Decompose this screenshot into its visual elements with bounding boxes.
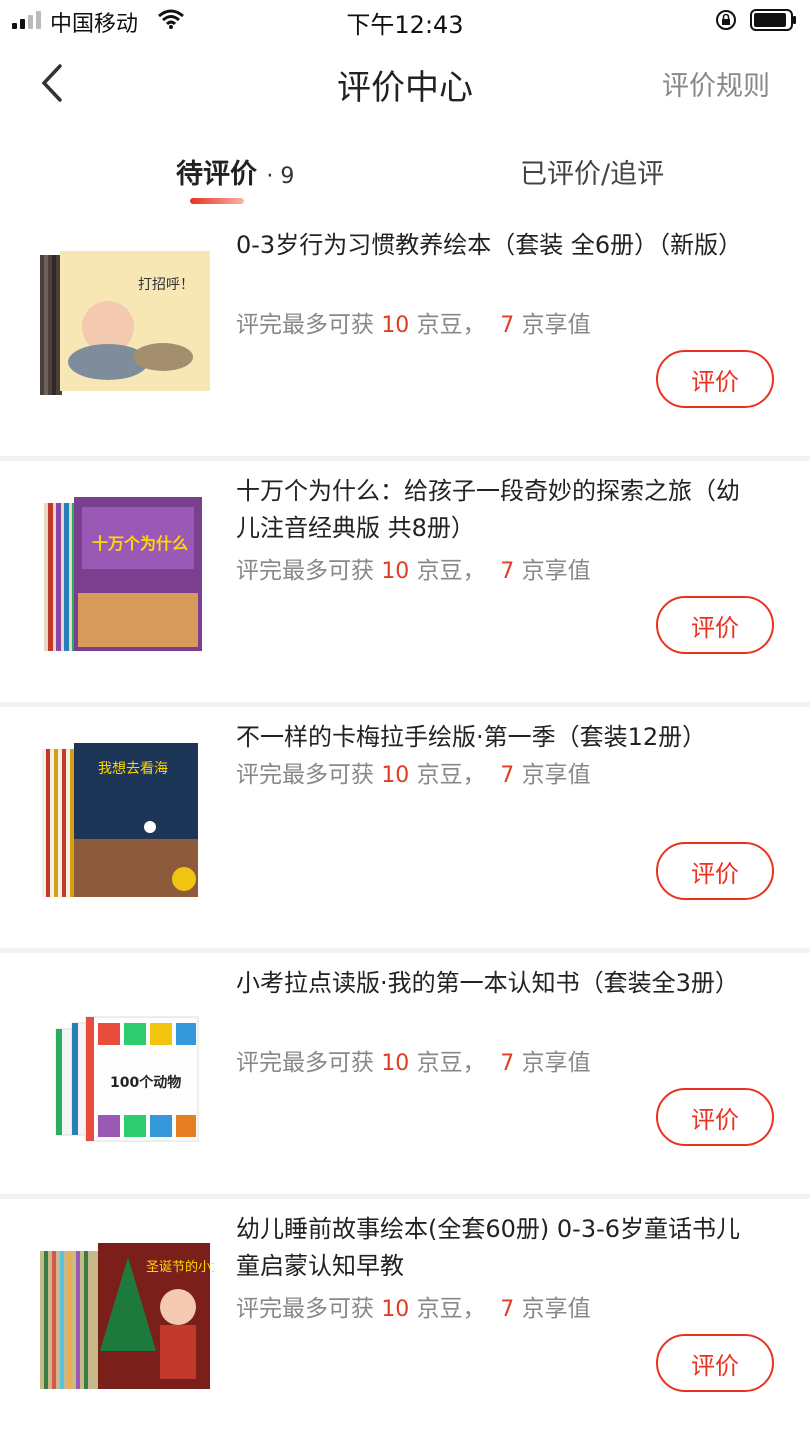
item-title[interactable]: 不一样的卡梅拉手绘版·第一季（套装12册）	[236, 719, 746, 756]
item-reward: 评完最多可获 10 京豆， 7 京享值	[236, 551, 591, 585]
value-unit: 京享值	[521, 762, 591, 788]
item-reward: 评完最多可获 10 京豆， 7 京享值	[236, 1043, 591, 1077]
status-time: 下午12:43	[346, 11, 464, 39]
beans-unit: 京豆，	[416, 312, 486, 338]
list-item: 十万个为什么 十万个为什么：给孩子一段奇妙的探索之旅（幼儿注音经典版 共8册） …	[0, 461, 810, 707]
item-title[interactable]: 十万个为什么：给孩子一段奇妙的探索之旅（幼儿注音经典版 共8册）	[236, 473, 746, 547]
beans-count: 10	[381, 313, 410, 338]
cover-title: 圣诞节的小女孩	[146, 1259, 214, 1275]
value-unit: 京享值	[521, 558, 591, 584]
tab-pending[interactable]: 待评价 · 9	[176, 152, 294, 191]
beans-count: 10	[381, 1297, 410, 1322]
list-item: 100个动物 小考拉点读版·我的第一本认知书（套装全3册） 评完最多可获 10 …	[0, 953, 810, 1199]
value-count: 7	[500, 313, 515, 338]
value-count: 7	[500, 1051, 515, 1076]
value-count: 7	[500, 763, 515, 788]
reward-prefix: 评完最多可获	[236, 312, 374, 338]
beans-unit: 京豆，	[416, 1296, 486, 1322]
list-item: 打招呼！ 0-3岁行为习惯教养绘本（套装 全6册）（新版） 评完最多可获 10 …	[0, 215, 810, 461]
rules-link[interactable]: 评价规则	[662, 64, 770, 103]
cover-title: 打招呼！	[138, 276, 194, 293]
rate-button[interactable]: 评价	[656, 350, 774, 408]
item-title[interactable]: 幼儿睡前故事绘本(全套60册) 0-3-6岁童话书儿童启蒙认知早教	[236, 1211, 746, 1285]
cover-title: 100个动物	[110, 1074, 181, 1091]
tab-indicator	[190, 198, 244, 204]
list-item: 我想去看海 不一样的卡梅拉手绘版·第一季（套装12册） 评完最多可获 10 京豆…	[0, 707, 810, 953]
item-reward: 评完最多可获 10 京豆， 7 京享值	[236, 755, 591, 789]
beans-unit: 京豆，	[416, 558, 486, 584]
rate-button[interactable]: 评价	[656, 1088, 774, 1146]
beans-unit: 京豆，	[416, 762, 486, 788]
value-unit: 京享值	[521, 1050, 591, 1076]
value-count: 7	[500, 559, 515, 584]
beans-count: 10	[381, 1051, 410, 1076]
value-unit: 京享值	[521, 1296, 591, 1322]
rate-button[interactable]: 评价	[656, 596, 774, 654]
status-bar: 中国移动 下午12:43	[0, 0, 810, 40]
item-reward: 评完最多可获 10 京豆， 7 京享值	[236, 305, 591, 339]
value-count: 7	[500, 1297, 515, 1322]
book-cover-image: 我想去看海	[42, 743, 198, 897]
reward-prefix: 评完最多可获	[236, 1296, 374, 1322]
tab-pending-count: · 9	[266, 164, 295, 189]
rate-button[interactable]: 评价	[656, 1334, 774, 1392]
cover-title: 我想去看海	[98, 761, 168, 777]
item-title[interactable]: 0-3岁行为习惯教养绘本（套装 全6册）（新版）	[236, 227, 746, 264]
tab-reviewed[interactable]: 已评价/追评	[520, 152, 664, 191]
reward-prefix: 评完最多可获	[236, 762, 374, 788]
reward-prefix: 评完最多可获	[236, 1050, 374, 1076]
beans-count: 10	[381, 559, 410, 584]
book-cover-image: 打招呼！	[40, 251, 210, 395]
book-cover-image: 圣诞节的小女孩	[40, 1243, 214, 1389]
rate-button[interactable]: 评价	[656, 842, 774, 900]
tab-pending-label: 待评价	[176, 159, 257, 190]
item-reward: 评完最多可获 10 京豆， 7 京享值	[236, 1289, 591, 1323]
cover-title: 十万个为什么	[92, 534, 188, 553]
beans-unit: 京豆，	[416, 1050, 486, 1076]
value-unit: 京享值	[521, 312, 591, 338]
book-cover-image: 100个动物	[55, 1016, 199, 1142]
reward-prefix: 评完最多可获	[236, 558, 374, 584]
beans-count: 10	[381, 763, 410, 788]
battery-icon	[750, 9, 796, 31]
item-title[interactable]: 小考拉点读版·我的第一本认知书（套装全3册）	[236, 965, 746, 1002]
list-item: 圣诞节的小女孩 幼儿睡前故事绘本(全套60册) 0-3-6岁童话书儿童启蒙认知早…	[0, 1199, 810, 1440]
book-cover-image: 十万个为什么	[44, 497, 202, 651]
rotation-lock-icon	[716, 10, 736, 30]
product-list: 打招呼！ 0-3岁行为习惯教养绘本（套装 全6册）（新版） 评完最多可获 10 …	[0, 215, 810, 1440]
